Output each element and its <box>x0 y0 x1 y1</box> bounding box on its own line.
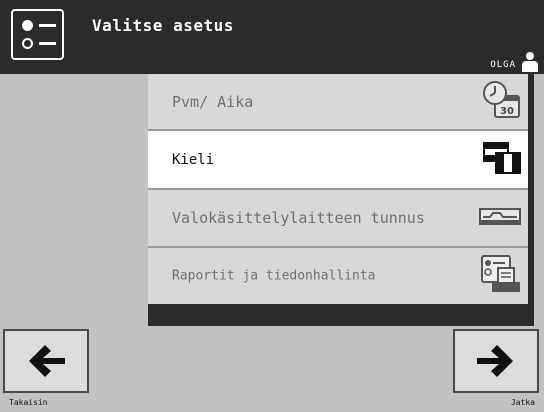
arrow-right-icon <box>477 345 513 377</box>
menu-item-reports[interactable]: Raportit ja tiedonhallinta <box>148 248 528 304</box>
settings-menu: Pvm/ Aika 30 Kieli Valokäsittelylaitteen… <box>148 74 534 310</box>
calendar-clock-icon: 30 <box>480 79 522 125</box>
left-margin <box>0 74 148 326</box>
menu-item-label: Valokäsittelylaitteen tunnus <box>172 209 425 227</box>
menu-item-device-id[interactable]: Valokäsittelylaitteen tunnus <box>148 190 528 248</box>
arrow-left-icon <box>29 345 65 377</box>
back-button-label: Takaisin <box>9 398 48 407</box>
menu-item-label: Pvm/ Aika <box>172 92 254 111</box>
menu-item-date-time[interactable]: Pvm/ Aika 30 <box>148 74 528 131</box>
back-button[interactable] <box>3 329 89 393</box>
menu-item-label: Raportit ja tiedonhallinta <box>172 268 376 284</box>
menu-item-language[interactable]: Kieli <box>148 131 528 190</box>
language-flag-icon <box>482 141 522 179</box>
reports-data-icon <box>480 254 522 298</box>
next-button-label: Jatka <box>510 398 535 407</box>
calendar-day: 30 <box>500 106 514 117</box>
bottom-bar: Takaisin Jatka <box>0 326 544 412</box>
user-icon <box>522 52 538 72</box>
header-bar: Valitse asetus OLGA <box>0 0 544 74</box>
right-margin <box>534 74 544 326</box>
menu-item-label: Kieli <box>172 151 215 168</box>
device-id-icon <box>478 205 522 231</box>
page-title: Valitse asetus <box>92 16 234 35</box>
settings-list-icon <box>11 9 64 60</box>
next-button[interactable] <box>453 329 539 393</box>
user-name: OLGA <box>490 60 516 70</box>
